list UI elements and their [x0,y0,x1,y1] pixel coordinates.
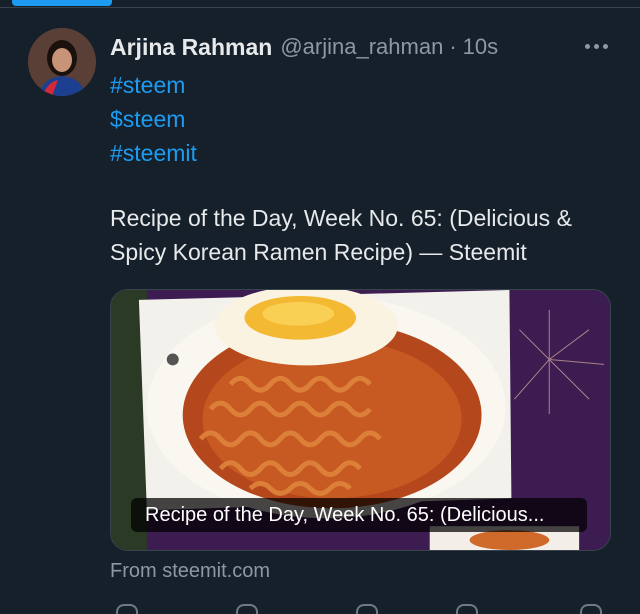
avatar[interactable] [28,28,96,96]
more-horizontal-icon [584,43,590,49]
link-preview-card[interactable]: Recipe of the Day, Week No. 65: (Delicio… [110,289,611,551]
display-name[interactable]: Arjina Rahman [110,34,272,61]
reply-icon[interactable] [116,604,138,614]
tweet-text: Recipe of the Day, Week No. 65: (Delicio… [110,205,572,265]
user-handle[interactable]: @arjina_rahman [280,34,443,60]
tweet-header: Arjina Rahman @arjina_rahman · 10s [110,30,498,64]
hashtag-link[interactable]: #steemit [110,136,197,170]
avatar-image [28,28,96,96]
hashtag-list: #steem $steem #steemit [110,68,197,170]
share-icon[interactable] [580,604,602,614]
views-icon[interactable] [456,604,478,614]
more-options-button[interactable] [578,32,614,60]
card-source: From steemit.com [110,560,271,582]
like-icon[interactable] [356,604,378,614]
tweet-action-bar [110,604,610,614]
active-tab-indicator [12,0,112,6]
timestamp[interactable]: 10s [463,34,498,60]
header-divider [0,7,640,8]
retweet-icon[interactable] [236,604,258,614]
hashtag-link[interactable]: #steem [110,68,197,102]
separator-dot: · [449,34,457,59]
cashtag-link[interactable]: $steem [110,102,197,136]
card-title: Recipe of the Day, Week No. 65: (Delicio… [131,498,587,532]
